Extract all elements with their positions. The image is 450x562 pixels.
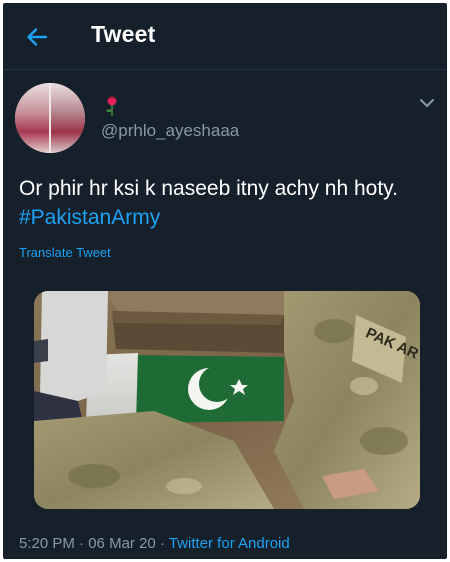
translate-tweet-link[interactable]: Translate Tweet [19,245,111,260]
tweet-metadata: 5:20 PM · 06 Mar 20 · Twitter for Androi… [19,535,290,552]
grave-photo: PAK AR [34,291,420,509]
page-title: Tweet [91,21,156,47]
meta-separator: · [159,535,165,552]
tweet-text: Or phir hr ksi k naseeb itny achy nh hot… [19,174,439,232]
hashtag-link[interactable]: #PakistanArmy [19,203,439,232]
tweet-source-link[interactable]: Twitter for Android [169,535,290,552]
tweet-image[interactable]: PAK AR [34,291,420,509]
chevron-down-icon[interactable] [419,97,435,109]
rose-icon [106,96,117,116]
tweet-screen: Tweet @prhlo_ayeshaaa Or phir hr ksi k n… [3,3,447,559]
tweet-date: 06 Mar 20 [88,535,156,552]
arrow-left-icon[interactable] [25,25,49,49]
tweet-time: 5:20 PM [19,535,75,552]
user-handle[interactable]: @prhlo_ayeshaaa [101,121,239,141]
meta-separator: · [79,535,85,552]
top-bar: Tweet [3,3,447,70]
tweet-body: Or phir hr ksi k naseeb itny achy nh hot… [19,177,398,200]
avatar[interactable] [15,83,85,153]
